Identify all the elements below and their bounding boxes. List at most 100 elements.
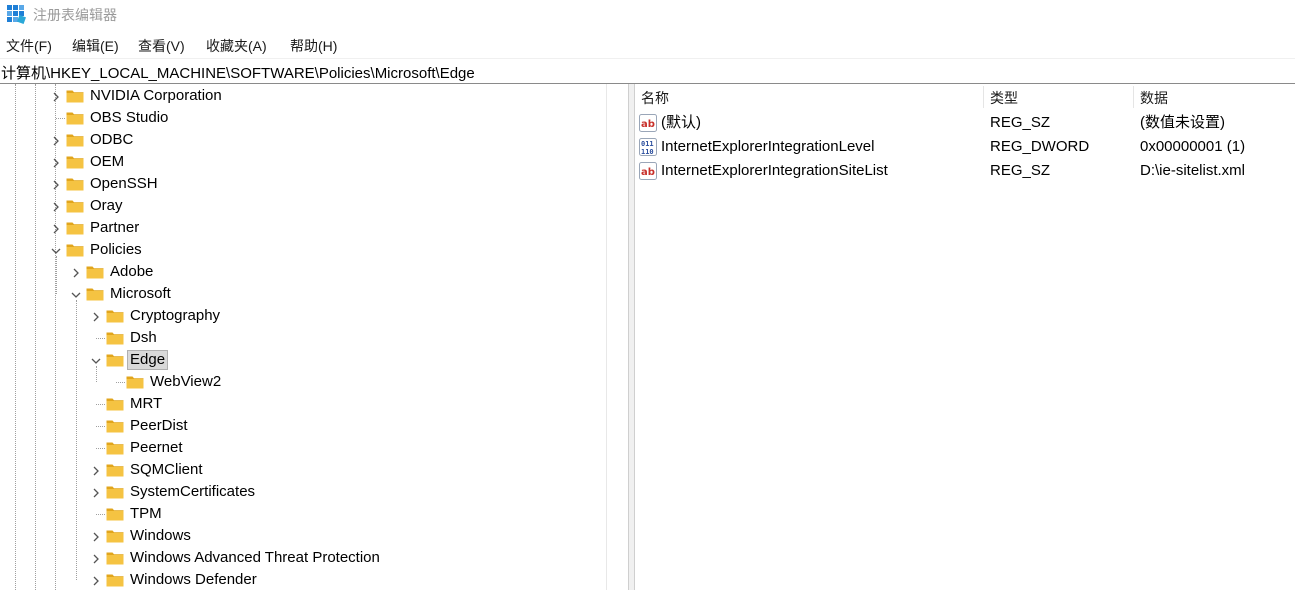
title-bar: 注册表编辑器 — [0, 0, 1295, 30]
tree-node[interactable]: TPM — [0, 503, 606, 525]
tree-node[interactable]: Windows Defender — [0, 569, 606, 590]
tree-node-label[interactable]: Peernet — [128, 439, 185, 457]
svg-text:ab: ab — [641, 119, 655, 130]
chevron-right-icon[interactable] — [50, 134, 62, 146]
tree-guide-line — [116, 382, 125, 383]
tree-node-label[interactable]: OEM — [88, 153, 126, 171]
menu-help[interactable]: 帮助(H) — [290, 36, 337, 56]
value-row[interactable]: ab (默认) REG_SZ (数值未设置) — [634, 112, 1295, 134]
chevron-right-icon[interactable] — [90, 552, 102, 564]
chevron-right-icon[interactable] — [50, 90, 62, 102]
chevron-down-icon[interactable] — [90, 354, 102, 366]
tree-node[interactable]: Edge — [0, 349, 606, 371]
column-header-type[interactable]: 类型 — [990, 88, 1018, 108]
folder-icon — [66, 242, 84, 257]
tree-node[interactable]: Cryptography — [0, 305, 606, 327]
value-row[interactable]: ab InternetExplorerIntegrationSiteList REG… — [634, 160, 1295, 182]
string-value-icon: ab — [639, 114, 657, 132]
column-header-name[interactable]: 名称 — [641, 88, 669, 108]
tree-node-label[interactable]: Policies — [88, 241, 144, 259]
tree-guide-line — [96, 426, 105, 427]
address-bar[interactable]: 计算机\HKEY_LOCAL_MACHINE\SOFTWARE\Policies… — [0, 58, 1295, 84]
tree-node[interactable]: Windows Advanced Threat Protection — [0, 547, 606, 569]
tree-node[interactable]: Partner — [0, 217, 606, 239]
tree-node[interactable]: PeerDist — [0, 415, 606, 437]
tree-node[interactable]: Adobe — [0, 261, 606, 283]
tree-node-label[interactable]: OpenSSH — [88, 175, 160, 193]
folder-icon — [106, 440, 124, 455]
binary-value-icon: 011 110 — [639, 138, 657, 156]
chevron-right-icon[interactable] — [50, 178, 62, 190]
chevron-down-icon[interactable] — [70, 288, 82, 300]
tree-node[interactable]: OpenSSH — [0, 173, 606, 195]
tree-node[interactable]: Windows — [0, 525, 606, 547]
chevron-right-icon[interactable] — [90, 574, 102, 586]
tree-node-label[interactable]: Edge — [126, 350, 169, 370]
tree-node[interactable]: SystemCertificates — [0, 481, 606, 503]
value-type: REG_SZ — [990, 162, 1051, 179]
tree-guide-line — [96, 448, 105, 449]
tree-node-label[interactable]: OBS Studio — [88, 109, 170, 127]
tree-node-label[interactable]: Cryptography — [128, 307, 222, 325]
address-path[interactable]: 计算机\HKEY_LOCAL_MACHINE\SOFTWARE\Policies… — [1, 62, 475, 83]
tree-node[interactable]: SQMClient — [0, 459, 606, 481]
folder-icon — [126, 374, 144, 389]
tree-node-label[interactable]: PeerDist — [128, 417, 190, 435]
tree-node-label[interactable]: Dsh — [128, 329, 159, 347]
value-name: InternetExplorerIntegrationSiteList — [661, 162, 888, 179]
tree-scrollbar[interactable] — [606, 84, 629, 590]
folder-open-icon — [106, 352, 124, 367]
tree-node[interactable]: Policies — [0, 239, 606, 261]
menu-edit[interactable]: 编辑(E) — [72, 36, 119, 56]
chevron-right-icon[interactable] — [90, 310, 102, 322]
tree-node-label[interactable]: Windows — [128, 527, 193, 545]
svg-text:ab: ab — [641, 167, 655, 178]
string-value-icon: ab — [639, 162, 657, 180]
tree-node[interactable]: MRT — [0, 393, 606, 415]
tree-node-label[interactable]: SystemCertificates — [128, 483, 257, 501]
value-row[interactable]: 011 110 InternetExplorerIntegrationLevel RE… — [634, 136, 1295, 158]
column-header-data[interactable]: 数据 — [1140, 88, 1168, 108]
folder-icon — [86, 286, 104, 301]
chevron-right-icon[interactable] — [50, 222, 62, 234]
chevron-right-icon[interactable] — [50, 156, 62, 168]
tree-node-label[interactable]: ODBC — [88, 131, 135, 149]
value-type: REG_SZ — [990, 114, 1051, 131]
tree-node-label[interactable]: Windows Advanced Threat Protection — [128, 549, 382, 567]
tree-node-label[interactable]: SQMClient — [128, 461, 205, 479]
chevron-right-icon[interactable] — [90, 530, 102, 542]
value-name: InternetExplorerIntegrationLevel — [661, 138, 875, 155]
tree-node[interactable]: Peernet — [0, 437, 606, 459]
value-list[interactable]: 名称 类型 数据 ab (默认) REG_SZ (数值未设置) 011 110 Intern… — [634, 84, 1295, 590]
tree-node-label[interactable]: Microsoft — [108, 285, 173, 303]
tree-node[interactable]: Microsoft — [0, 283, 606, 305]
chevron-right-icon[interactable] — [70, 266, 82, 278]
chevron-right-icon[interactable] — [90, 464, 102, 476]
tree-node-label[interactable]: Partner — [88, 219, 141, 237]
tree-node[interactable]: ODBC — [0, 129, 606, 151]
tree-node[interactable]: OEM — [0, 151, 606, 173]
value-type: REG_DWORD — [990, 138, 1090, 155]
tree-node-label[interactable]: Oray — [88, 197, 125, 215]
tree-node[interactable]: Oray — [0, 195, 606, 217]
tree-node-label[interactable]: MRT — [128, 395, 164, 413]
tree-node[interactable]: OBS Studio — [0, 107, 606, 129]
tree-node-label[interactable]: NVIDIA Corporation — [88, 87, 224, 105]
tree-node-label[interactable]: WebView2 — [148, 373, 223, 391]
tree-node[interactable]: WebView2 — [0, 371, 606, 393]
tree-node-label[interactable]: Windows Defender — [128, 571, 259, 589]
svg-text:011: 011 — [641, 140, 654, 148]
column-divider[interactable] — [983, 86, 984, 108]
tree-node[interactable]: NVIDIA Corporation — [0, 85, 606, 107]
chevron-right-icon[interactable] — [50, 200, 62, 212]
chevron-right-icon[interactable] — [90, 486, 102, 498]
menu-view[interactable]: 查看(V) — [138, 36, 185, 56]
tree-node[interactable]: Dsh — [0, 327, 606, 349]
menu-file[interactable]: 文件(F) — [6, 36, 52, 56]
tree-node-label[interactable]: TPM — [128, 505, 164, 523]
column-divider[interactable] — [1133, 86, 1134, 108]
key-tree[interactable]: NVIDIA Corporation OBS Studio ODBC OEM OpenS… — [0, 84, 628, 590]
chevron-down-icon[interactable] — [50, 244, 62, 256]
menu-favorites[interactable]: 收藏夹(A) — [206, 36, 267, 56]
tree-node-label[interactable]: Adobe — [108, 263, 155, 281]
